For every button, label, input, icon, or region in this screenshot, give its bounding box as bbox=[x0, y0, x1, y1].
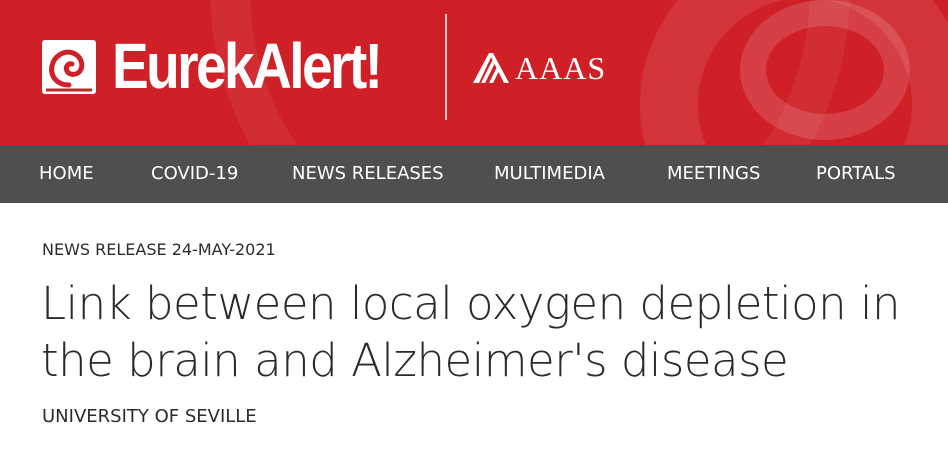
header-divider bbox=[445, 14, 447, 120]
eurekalert-logo-wordmark[interactable]: EurekAlert! bbox=[112, 30, 383, 102]
nav-item-covid-19[interactable]: COVID-19 bbox=[151, 145, 238, 203]
nav-item-portals[interactable]: PORTALS bbox=[816, 145, 896, 203]
release-date-label: NEWS RELEASE 24-MAY-2021 bbox=[42, 240, 276, 259]
nav-item-multimedia[interactable]: MULTIMEDIA bbox=[494, 145, 605, 203]
nav-item-meetings[interactable]: MEETINGS bbox=[667, 145, 760, 203]
institution-name: UNIVERSITY OF SEVILLE bbox=[42, 406, 257, 427]
aaas-logo-icon bbox=[473, 53, 509, 83]
nav-item-news-releases[interactable]: NEWS RELEASES bbox=[292, 145, 444, 203]
main-nav: HOME COVID-19 NEWS RELEASES MULTIMEDIA M… bbox=[0, 145, 948, 203]
article-title: Link between local oxygen depletion in t… bbox=[41, 277, 900, 387]
eurekalert-logo-icon[interactable] bbox=[42, 40, 96, 94]
header-background-swirl bbox=[740, 0, 910, 140]
aaas-logo[interactable]: AAAS bbox=[471, 48, 606, 88]
site-header: EurekAlert! AAAS bbox=[0, 0, 948, 145]
aaas-logo-text: AAAS bbox=[515, 50, 607, 86]
nav-item-home[interactable]: HOME bbox=[39, 145, 94, 203]
